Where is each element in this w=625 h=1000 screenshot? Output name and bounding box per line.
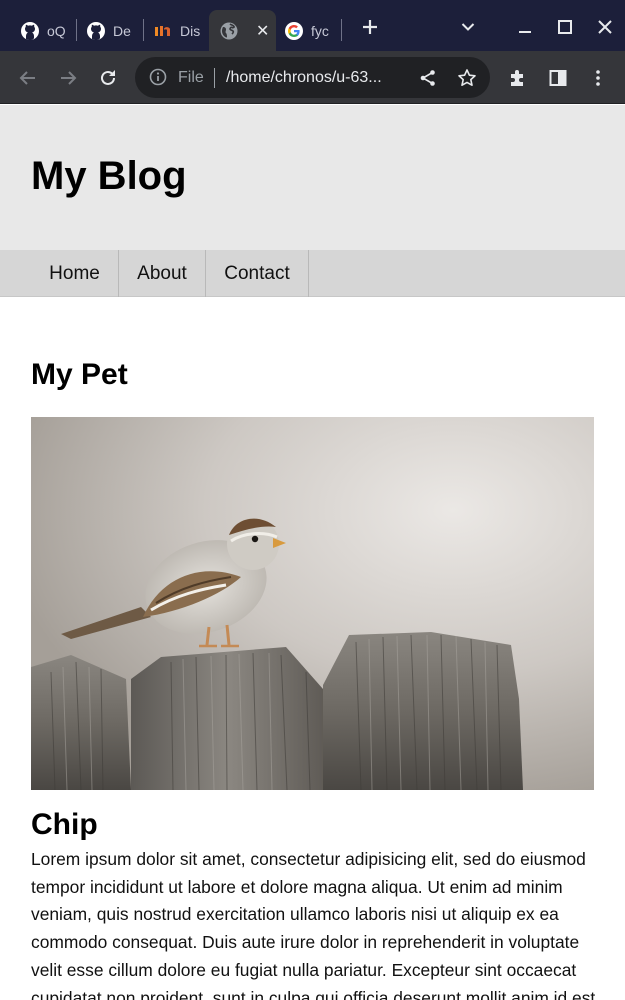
share-icon[interactable] xyxy=(417,67,439,89)
minimize-icon xyxy=(519,31,531,33)
puzzle-icon xyxy=(511,70,523,86)
medium-icon xyxy=(153,21,173,41)
globe-icon xyxy=(219,21,239,41)
address-url[interactable]: /home/chronos/u-63... xyxy=(226,69,406,87)
back-button[interactable] xyxy=(12,62,44,94)
menu-button[interactable] xyxy=(582,62,614,94)
tab-label: Dis xyxy=(180,22,201,39)
maximize-button[interactable] xyxy=(550,12,580,42)
tab-label: oQ xyxy=(47,22,66,39)
address-scheme: File xyxy=(178,69,204,86)
close-tab-icon[interactable]: ✕ xyxy=(256,21,269,41)
plus-icon xyxy=(363,20,377,34)
reload-button[interactable] xyxy=(92,62,124,94)
maximize-icon xyxy=(558,20,572,34)
side-panel-icon xyxy=(549,70,567,86)
address-bar[interactable]: File /home/chronos/u-63... xyxy=(135,57,490,98)
site-nav: Home About Contact xyxy=(0,250,625,297)
site-title: My Blog xyxy=(31,154,187,198)
pet-photo xyxy=(31,417,594,790)
kebab-menu-icon xyxy=(596,70,600,86)
nav-link-home[interactable]: Home xyxy=(31,250,119,297)
tab-active[interactable]: ✕ xyxy=(209,10,276,51)
tab-label: De xyxy=(113,22,131,39)
bookmark-star-icon[interactable] xyxy=(456,67,478,89)
chevron-down-icon xyxy=(461,23,475,31)
web-page: My Blog Home About Contact My Pet Chip L… xyxy=(0,105,625,1000)
close-icon xyxy=(598,20,612,34)
extensions-button[interactable] xyxy=(502,62,534,94)
reload-icon xyxy=(101,70,115,85)
google-icon xyxy=(284,21,304,41)
tab-separator xyxy=(76,19,77,41)
github-icon xyxy=(20,21,40,41)
address-divider xyxy=(214,68,215,88)
tab-separator xyxy=(341,19,342,41)
tab-google[interactable]: fyc xyxy=(284,10,332,51)
close-window-button[interactable] xyxy=(590,12,620,42)
arrow-right-icon xyxy=(61,71,77,85)
github-icon xyxy=(86,21,106,41)
tab-search-button[interactable] xyxy=(453,12,483,42)
tab-github-2[interactable]: De xyxy=(86,10,134,51)
info-icon[interactable] xyxy=(149,68,167,86)
tab-strip: oQ De Dis ✕ fyc xyxy=(0,0,625,51)
minimize-button[interactable] xyxy=(510,12,540,42)
post-title: My Pet xyxy=(31,358,128,391)
pet-name: Chip xyxy=(31,808,98,841)
site-header: My Blog xyxy=(0,105,625,250)
nav-link-contact[interactable]: Contact xyxy=(206,250,309,297)
side-panel-button[interactable] xyxy=(542,62,574,94)
new-tab-button[interactable] xyxy=(355,12,385,42)
forward-button[interactable] xyxy=(52,62,84,94)
arrow-left-icon xyxy=(19,71,35,85)
tab-github-1[interactable]: oQ xyxy=(20,10,68,51)
pet-description: Lorem ipsum dolor sit amet, consectetur … xyxy=(31,849,596,1000)
tab-separator xyxy=(143,19,144,41)
nav-link-about[interactable]: About xyxy=(119,250,206,297)
tab-medium[interactable]: Dis xyxy=(153,10,203,51)
browser-toolbar: File /home/chronos/u-63... xyxy=(0,51,625,104)
tab-label: fyc xyxy=(311,22,329,39)
